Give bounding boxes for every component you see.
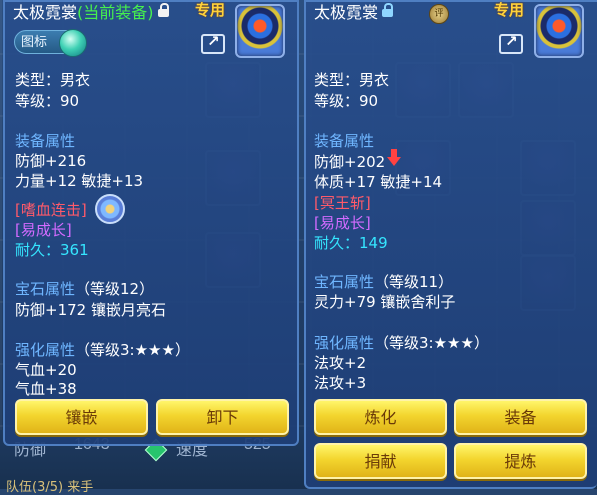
rating-seal-icon: 评	[429, 4, 449, 24]
extract-button[interactable]: 提炼	[454, 443, 587, 479]
durability: 耐久：361	[15, 241, 89, 259]
exclusive-label: 专用	[195, 1, 226, 19]
enhance-line: 气血+38	[15, 380, 77, 398]
item-portrait-icon	[235, 4, 285, 58]
orb-icon	[59, 29, 87, 57]
attr-defense: 防御+202	[314, 153, 386, 171]
current-equipped-label: (当前装备)	[77, 3, 154, 22]
gem-value: 灵力+79 镶嵌舍利子	[314, 293, 456, 311]
refine-button[interactable]: 炼化	[314, 399, 447, 435]
attr-str-agi: 力量+12 敏捷+13	[15, 172, 144, 190]
gem-level: （等级11）	[374, 273, 454, 291]
skill-icon[interactable]	[95, 194, 125, 224]
enhance-level: （等级3:★★★）	[75, 341, 190, 359]
item-title: 太极霓裳	[314, 0, 394, 23]
attr-defense: 防御+216	[15, 152, 87, 170]
enhance-header: 强化属性	[314, 334, 375, 352]
decrease-arrow-icon	[387, 149, 402, 166]
gem-header: 宝石属性	[314, 273, 375, 291]
current-equipment-tooltip: 太极霓裳(当前装备) 专用 图标 类型：男衣 等级：90 装备属性 防御+216…	[3, 0, 299, 446]
unequip-button[interactable]: 卸下	[156, 399, 289, 435]
team-status: 队伍(3/5) 来手	[6, 480, 94, 495]
lock-icon	[382, 3, 394, 17]
item-name: 太极霓裳	[314, 3, 379, 22]
item-name: 太极霓裳	[13, 3, 78, 22]
attr-header: 装备属性	[15, 132, 76, 150]
gem-section: 宝石属性（等级11）	[314, 272, 453, 292]
inlay-button[interactable]: 镶嵌	[15, 399, 148, 435]
growth-trait: [易成长]	[15, 221, 72, 239]
item-level: 等级：90	[15, 92, 80, 110]
compare-equipment-tooltip: 太极霓裳 评 专用 类型：男衣 等级：90 装备属性 防御+202 体质+17 …	[304, 0, 597, 489]
donate-button[interactable]: 捐献	[314, 443, 447, 479]
icon-toggle-button[interactable]: 图标	[14, 29, 87, 57]
durability: 耐久：149	[314, 234, 388, 252]
special-skill: [冥王斩]	[314, 194, 371, 212]
lock-icon	[157, 3, 169, 17]
enhance-level: （等级3:★★★）	[374, 334, 489, 352]
gem-section: 宝石属性（等级12）	[15, 279, 154, 299]
item-title: 太极霓裳(当前装备)	[13, 0, 169, 23]
enhance-header: 强化属性	[15, 341, 76, 359]
share-icon[interactable]	[499, 32, 523, 54]
equip-button[interactable]: 装备	[454, 399, 587, 435]
item-portrait-icon	[534, 4, 584, 58]
attr-header: 装备属性	[314, 132, 375, 150]
attr-con-agi: 体质+17 敏捷+14	[314, 173, 443, 191]
gem-value: 防御+172 镶嵌月亮石	[15, 301, 166, 319]
gem-header: 宝石属性	[15, 280, 76, 298]
item-type: 类型：男衣	[15, 71, 91, 89]
gem-level: （等级12）	[75, 280, 155, 298]
enhance-line: 法攻+3	[314, 374, 367, 392]
exclusive-label: 专用	[494, 1, 525, 19]
special-skill: [嗜血连击]	[15, 201, 87, 219]
item-level: 等级：90	[314, 92, 379, 110]
attr-defense-row: 防御+202	[314, 149, 402, 172]
icon-toggle-label: 图标	[21, 35, 48, 50]
enhance-section: 强化属性（等级3:★★★）	[15, 340, 190, 360]
growth-trait: [易成长]	[314, 214, 371, 232]
enhance-section: 强化属性（等级3:★★★）	[314, 333, 489, 353]
enhance-line: 法攻+2	[314, 354, 367, 372]
item-type: 类型：男衣	[314, 71, 390, 89]
share-icon[interactable]	[201, 32, 225, 54]
enhance-line: 气血+20	[15, 361, 77, 379]
